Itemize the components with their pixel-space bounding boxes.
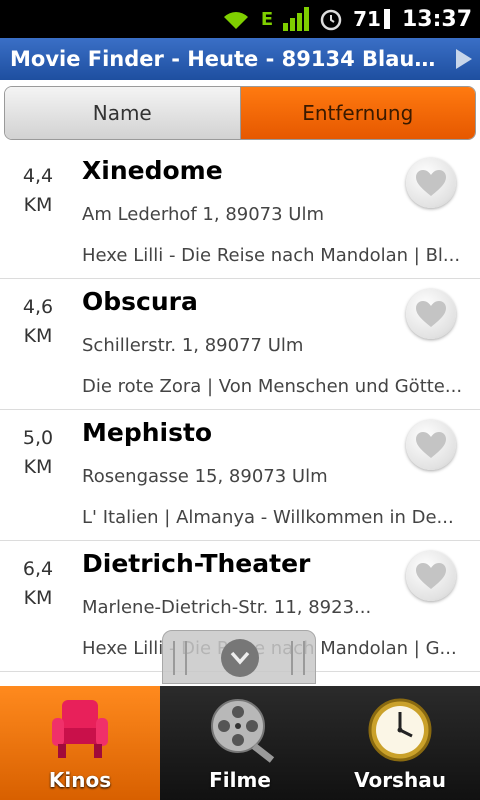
cinema-movies: Hexe Lilli - Die Reise nach Mandolan | B…: [82, 245, 461, 266]
status-bar: E 71 13:37: [0, 0, 480, 38]
bottom-tab-bar: Kinos Filme Vorshau: [0, 686, 480, 800]
favorite-button[interactable]: [406, 289, 456, 339]
cinema-address: Schillerstr. 1, 89077 Ulm: [82, 335, 304, 356]
tab-vorshau[interactable]: Vorshau: [320, 686, 480, 800]
favorite-button[interactable]: [406, 551, 456, 601]
distance-unit: KM: [23, 194, 53, 216]
distance: 4,6 KM: [0, 293, 76, 351]
heart-icon: [416, 432, 446, 458]
tab-label: Kinos: [48, 768, 112, 792]
favorite-button[interactable]: [406, 158, 456, 208]
sort-segmented-control: Name Entfernung: [4, 86, 476, 140]
alarm-icon: [319, 7, 343, 31]
status-time: 13:37: [401, 6, 472, 32]
tab-kinos[interactable]: Kinos: [0, 686, 160, 800]
distance-value: 4,4: [22, 165, 54, 187]
cinema-movies: Die rote Zora | Von Menschen und Götte..…: [82, 376, 463, 397]
clock-icon: [368, 698, 432, 762]
grip-lines-right: [291, 641, 305, 675]
distance: 4,4 KM: [0, 162, 76, 220]
cinema-address: Am Lederhof 1, 89073 Ulm: [82, 204, 325, 225]
heart-icon: [416, 170, 446, 196]
cinema-address: Rosengasse 15, 89073 Ulm: [82, 466, 328, 487]
network-type-label: E: [260, 8, 274, 30]
cinema-name: Xinedome: [82, 156, 223, 185]
favorite-button[interactable]: [406, 420, 456, 470]
cinema-list: 4,4 KM Xinedome Am Lederhof 1, 89073 Ulm…: [0, 148, 480, 672]
drawer-handle[interactable]: [162, 630, 316, 684]
network-type-icon: E: [261, 9, 273, 30]
app-screen: E 71 13:37 Movie Finder - Heute - 89134 …: [0, 0, 480, 800]
tab-filme[interactable]: Filme: [160, 686, 320, 800]
wifi-icon: [221, 7, 251, 31]
battery-icon: [383, 9, 390, 29]
heart-icon: [416, 301, 446, 327]
grip-lines-left: [173, 641, 187, 675]
sort-by-name-button[interactable]: Name: [5, 87, 241, 139]
distance-unit: KM: [23, 325, 53, 347]
sort-by-distance-button[interactable]: Entfernung: [240, 87, 475, 139]
sort-bar: Name Entfernung: [0, 80, 480, 148]
list-item[interactable]: 4,4 KM Xinedome Am Lederhof 1, 89073 Ulm…: [0, 148, 480, 279]
chevron-down-icon[interactable]: [221, 639, 259, 677]
distance-unit: KM: [23, 587, 53, 609]
distance: 6,4 KM: [0, 555, 76, 613]
signal-icon: [283, 7, 310, 31]
battery-indicator: 71: [353, 7, 390, 31]
armchair-icon: [52, 700, 108, 758]
distance-unit: KM: [23, 456, 53, 478]
cinema-name: Mephisto: [82, 418, 213, 447]
heart-icon: [416, 563, 446, 589]
distance-value: 4,6: [22, 296, 54, 318]
cinema-name: Dietrich-Theater: [82, 549, 311, 578]
title-bar: Movie Finder - Heute - 89134 Blaustein A…: [0, 38, 480, 80]
battery-level: 71: [353, 7, 381, 31]
distance: 5,0 KM: [0, 424, 76, 482]
list-item[interactable]: 5,0 KM Mephisto Rosengasse 15, 89073 Ulm…: [0, 410, 480, 541]
tab-label: Filme: [209, 768, 271, 792]
page-title: Movie Finder - Heute - 89134 Blaustein A…: [10, 47, 446, 71]
distance-value: 5,0: [22, 427, 54, 449]
list-item[interactable]: 4,6 KM Obscura Schillerstr. 1, 89077 Ulm…: [0, 279, 480, 410]
distance-value: 6,4: [22, 558, 54, 580]
play-arrow-icon[interactable]: [456, 49, 472, 69]
cinema-name: Obscura: [82, 287, 198, 316]
tab-label: Vorshau: [354, 768, 446, 792]
cinema-address: Marlene-Dietrich-Str. 11, 8923...: [82, 597, 372, 618]
cinema-movies: L' Italien | Almanya - Willkommen in De.…: [82, 507, 454, 528]
film-reel-icon: [211, 699, 275, 763]
